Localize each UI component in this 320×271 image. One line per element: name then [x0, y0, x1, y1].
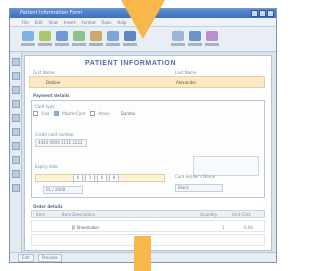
menu-item[interactable]: Insert — [64, 20, 75, 25]
copy-icon — [107, 31, 119, 41]
undo-icon — [172, 31, 184, 41]
expiry-month-2[interactable]: 1 — [85, 174, 95, 182]
amex-label: Amex — [98, 111, 110, 116]
expiry-year-1[interactable]: 0 — [97, 174, 107, 182]
expiry-year-2[interactable]: 8 — [109, 174, 119, 182]
close-icon[interactable] — [267, 10, 274, 17]
open-folder-button[interactable] — [37, 30, 53, 48]
expiry-label: Expiry date — [35, 164, 58, 169]
row-unit-cost: 0.00 — [244, 225, 253, 230]
open-folder-icon — [39, 31, 51, 41]
calendar-tool-icon[interactable] — [12, 184, 20, 192]
maximize-icon[interactable] — [259, 10, 266, 17]
menu-item[interactable]: File — [22, 20, 29, 25]
toolbar-caption — [205, 43, 219, 46]
minimize-icon[interactable] — [251, 10, 258, 17]
copy-button[interactable] — [105, 30, 121, 48]
amex-checkbox[interactable] — [90, 111, 96, 116]
visa-label: Visa — [41, 111, 50, 116]
table-row[interactable]: Jil Shoemaker 1 0.00 — [31, 220, 265, 232]
first-name-label: First Name — [33, 70, 55, 75]
tab-edit[interactable]: Edit — [18, 254, 34, 262]
holder-name-field[interactable]: Black — [175, 184, 223, 192]
help-button[interactable] — [204, 30, 220, 48]
row-description: Jil Shoemaker — [72, 225, 100, 230]
new-document-button[interactable] — [20, 30, 36, 48]
expiry-value[interactable]: 01 / 2008 — [43, 186, 83, 194]
expiry-month-1[interactable]: 0 — [73, 174, 83, 182]
form-title: PATIENT INFORMATION — [85, 60, 177, 67]
redo-button[interactable] — [187, 30, 203, 48]
card-type-label: Card type — [35, 104, 55, 109]
card-number-label: Credit card number — [35, 132, 74, 137]
col-quantity: Quantity — [200, 212, 218, 217]
pen-tool-icon[interactable] — [12, 170, 20, 178]
checkbox-tool-icon[interactable] — [12, 100, 20, 108]
last-name-field[interactable]: Alexander — [176, 80, 196, 85]
table-tool-icon[interactable] — [12, 156, 20, 164]
undo-button[interactable] — [170, 30, 186, 48]
patient-form: PATIENT INFORMATION First Name Last Name… — [24, 55, 272, 251]
order-grid-header: Item Item Description Quantity Unit Cost — [31, 210, 265, 218]
col-item: Item — [36, 212, 46, 217]
highlight-bar — [134, 236, 151, 271]
field-tool-icon[interactable] — [12, 86, 20, 94]
highlight-arrow-icon — [121, 0, 165, 39]
window-title: Patient Information Form — [20, 10, 83, 16]
menu-item[interactable]: Edit — [35, 20, 43, 25]
toolbar-caption — [89, 43, 103, 46]
order-section-label: Order details — [33, 204, 63, 209]
row-quantity: 1 — [222, 225, 225, 230]
card-number-field[interactable]: 4444 0000 1111 2222 — [35, 139, 87, 147]
cardholder-value: Dumbo — [120, 111, 136, 116]
tab-preview[interactable]: Preview — [38, 254, 62, 262]
card-type-options: Visa MasterCard Amex Dumbo — [33, 111, 137, 116]
toolbar-caption — [171, 43, 185, 46]
holder-name-label: Card Holder's Name — [175, 174, 216, 179]
toolbar-caption — [38, 43, 52, 46]
image-tool-icon[interactable] — [12, 142, 20, 150]
left-tool-strip — [10, 52, 22, 252]
print-button[interactable] — [71, 30, 87, 48]
help-icon — [206, 31, 218, 41]
mastercard-label: MasterCard — [62, 111, 86, 116]
list-tool-icon[interactable] — [12, 114, 20, 122]
new-document-icon — [22, 31, 34, 41]
col-description: Item Description — [62, 212, 96, 217]
print-icon — [73, 31, 85, 41]
mastercard-checkbox[interactable] — [54, 111, 60, 116]
save-icon — [56, 31, 68, 41]
payment-section-label: Payment details — [33, 93, 70, 98]
toolbar-caption — [188, 43, 202, 46]
cut-icon — [90, 31, 102, 41]
toolbar-caption — [106, 43, 120, 46]
window-controls — [251, 10, 274, 17]
redo-icon — [189, 31, 201, 41]
app-window: Patient Information Form File Edit View … — [9, 8, 277, 263]
side-panel — [193, 156, 259, 176]
toolbar-caption — [123, 43, 137, 46]
toolbar-caption — [55, 43, 69, 46]
first-name-field[interactable]: Debbie — [46, 80, 60, 85]
name-fields: Debbie Alexander — [29, 76, 265, 88]
toolbar-caption — [72, 43, 86, 46]
pointer-tool-icon[interactable] — [12, 58, 20, 66]
text-tool-icon[interactable] — [12, 72, 20, 80]
menu-item[interactable]: Tools — [102, 20, 112, 25]
menu-item[interactable]: View — [48, 20, 58, 25]
save-button[interactable] — [54, 30, 70, 48]
menu-item[interactable]: Format — [81, 20, 95, 25]
cut-button[interactable] — [88, 30, 104, 48]
toolbar-caption — [21, 43, 35, 46]
last-name-label: Last Name — [175, 70, 197, 75]
visa-checkbox[interactable] — [33, 111, 38, 116]
col-unit-cost: Unit Cost — [232, 212, 251, 217]
button-tool-icon[interactable] — [12, 128, 20, 136]
